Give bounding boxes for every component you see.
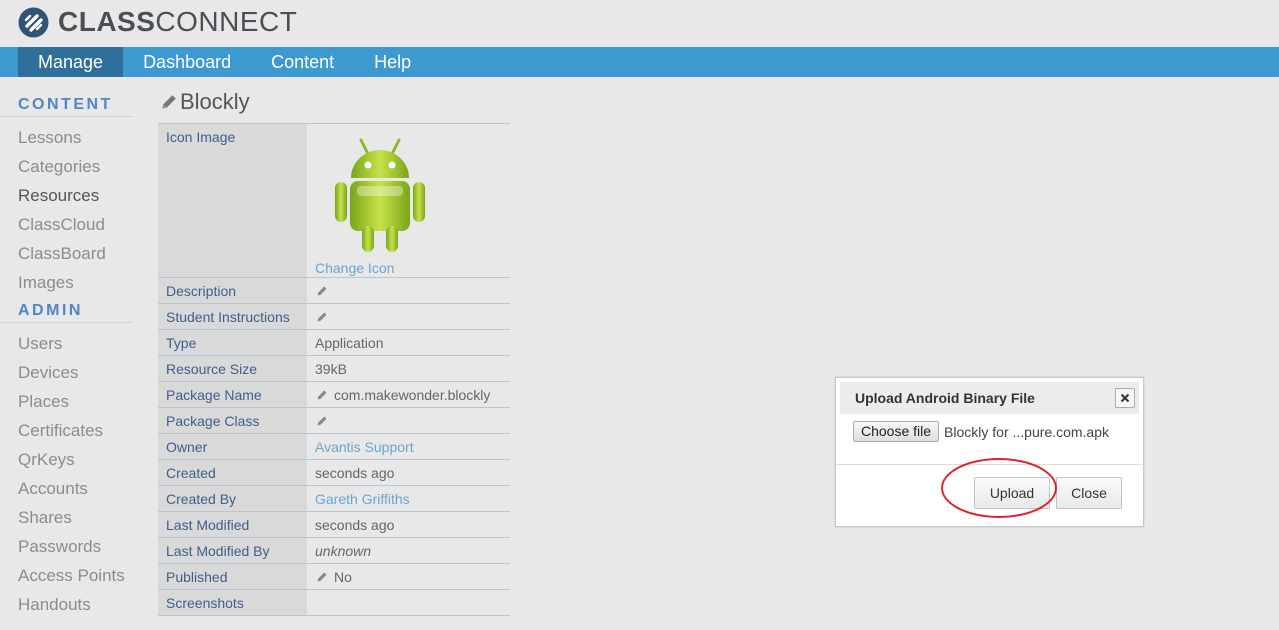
icon-image-cell: Change Icon [307, 123, 510, 278]
row-label: Resource Size [158, 355, 307, 382]
row-label: Owner [158, 433, 307, 460]
row-label: Package Class [158, 407, 307, 434]
change-icon-link[interactable]: Change Icon [315, 260, 510, 276]
resource-title: Blockly [180, 89, 250, 114]
row-label: Icon Image [158, 123, 307, 278]
row-label: Screenshots [158, 589, 307, 616]
row-value: No [307, 563, 510, 590]
sidebar-item-classcloud[interactable]: ClassCloud [0, 210, 133, 239]
upload-dialog: Upload Android Binary File Choose file B… [835, 377, 1144, 527]
dialog-titlebar: Upload Android Binary File [840, 382, 1139, 414]
sidebar-item-handouts[interactable]: Handouts [0, 590, 133, 619]
created-by-link[interactable]: Gareth Griffiths [315, 491, 410, 507]
row-label: Package Name [158, 381, 307, 408]
row-label: Created By [158, 485, 307, 512]
table-row: Created seconds ago [158, 459, 510, 486]
sidebar-item-categories[interactable]: Categories [0, 152, 133, 181]
nav-content[interactable]: Content [251, 47, 354, 77]
dialog-title: Upload Android Binary File [855, 390, 1035, 406]
sidebar-item-accounts[interactable]: Accounts [0, 474, 133, 503]
file-input: Choose file Blockly for ...pure.com.apk [853, 421, 1109, 442]
sidebar-item-devices[interactable]: Devices [0, 358, 133, 387]
nav-manage[interactable]: Manage [18, 47, 124, 77]
row-label: Last Modified [158, 511, 307, 538]
logo[interactable]: CLASSCONNECT [18, 6, 297, 38]
row-value [307, 589, 510, 616]
sidebar-item-resources[interactable]: Resources [0, 181, 133, 210]
row-value: seconds ago [307, 511, 510, 538]
table-row: Created By Gareth Griffiths [158, 485, 510, 512]
row-value: seconds ago [307, 459, 510, 486]
row-value: 39kB [307, 355, 510, 382]
nav-dashboard[interactable]: Dashboard [123, 47, 251, 77]
nav-help[interactable]: Help [354, 47, 431, 77]
row-label: Published [158, 563, 307, 590]
resource-properties-table: Icon Image Change Icon Description Stude… [158, 123, 510, 616]
row-label: Description [158, 277, 307, 304]
edit-pencil-icon[interactable] [160, 93, 178, 111]
page-title: Blockly [160, 89, 250, 115]
row-label: Last Modified By [158, 537, 307, 564]
owner-link[interactable]: Avantis Support [315, 439, 414, 455]
sidebar-item-qrkeys[interactable]: QrKeys [0, 445, 133, 474]
edit-pencil-icon[interactable] [316, 285, 328, 297]
row-value: Avantis Support [307, 433, 510, 460]
row-value [307, 407, 510, 434]
edit-pencil-icon[interactable] [316, 571, 328, 583]
table-row: Package Class [158, 407, 510, 434]
row-value: Gareth Griffiths [307, 485, 510, 512]
row-value [307, 277, 510, 304]
package-name-value: com.makewonder.blockly [334, 387, 491, 403]
row-label: Type [158, 329, 307, 356]
published-value: No [334, 569, 352, 585]
choose-file-button[interactable]: Choose file [853, 421, 940, 442]
sidebar-item-lessons[interactable]: Lessons [0, 123, 133, 152]
table-row: Owner Avantis Support [158, 433, 510, 460]
edit-pencil-icon[interactable] [316, 311, 328, 323]
dialog-divider [836, 464, 1143, 465]
sidebar-item-images[interactable]: Images [0, 268, 133, 297]
table-row: Package Name com.makewonder.blockly [158, 381, 510, 408]
row-value: com.makewonder.blockly [307, 381, 510, 408]
sidebar-item-shares[interactable]: Shares [0, 503, 133, 532]
sidebar-item-places[interactable]: Places [0, 387, 133, 416]
main-nav: Manage Dashboard Content Help [0, 47, 1279, 77]
classconnect-logo-icon [18, 7, 49, 37]
sidebar-item-certificates[interactable]: Certificates [0, 416, 133, 445]
row-label: Student Instructions [158, 303, 307, 330]
table-row: Icon Image Change Icon [158, 123, 510, 278]
row-value: Application [307, 329, 510, 356]
logo-text: CLASSCONNECT [58, 6, 298, 37]
edit-pencil-icon[interactable] [316, 389, 328, 401]
row-label: Created [158, 459, 307, 486]
table-row: Published No [158, 563, 510, 590]
table-row: Last Modified seconds ago [158, 511, 510, 538]
table-row: Student Instructions [158, 303, 510, 330]
row-value [307, 303, 510, 330]
table-row: Last Modified By unknown [158, 537, 510, 564]
table-row: Type Application [158, 329, 510, 356]
table-row: Resource Size 39kB [158, 355, 510, 382]
sidebar-item-users[interactable]: Users [0, 329, 133, 358]
sidebar-item-classboard[interactable]: ClassBoard [0, 239, 133, 268]
close-button[interactable]: Close [1056, 477, 1122, 509]
android-icon [335, 138, 425, 252]
dialog-close-button[interactable] [1115, 388, 1135, 408]
sidebar-heading-content: CONTENT [0, 93, 133, 117]
sidebar-item-passwords[interactable]: Passwords [0, 532, 133, 561]
header: CLASSCONNECT [0, 0, 1279, 47]
close-icon [1120, 393, 1130, 403]
selected-file-name: Blockly for ...pure.com.apk [944, 423, 1109, 440]
sidebar-heading-admin: ADMIN [0, 299, 133, 323]
sidebar-item-access-points[interactable]: Access Points [0, 561, 133, 590]
table-row: Description [158, 277, 510, 304]
table-row: Screenshots [158, 589, 510, 616]
row-value: unknown [307, 537, 510, 564]
sidebar: CONTENT Lessons Categories Resources Cla… [0, 77, 133, 619]
upload-button[interactable]: Upload [974, 477, 1050, 509]
edit-pencil-icon[interactable] [316, 415, 328, 427]
